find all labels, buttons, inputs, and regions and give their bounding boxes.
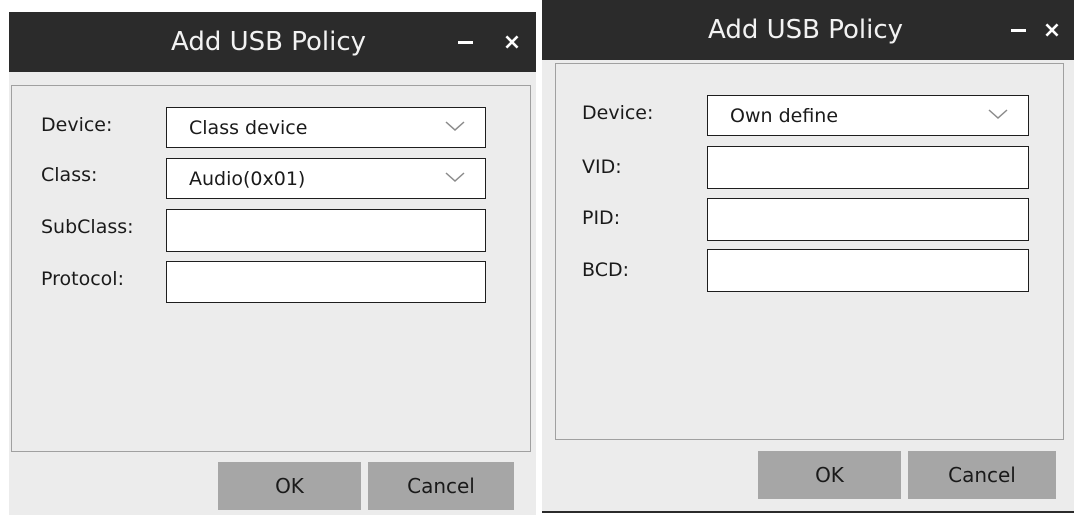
pid-input[interactable] (707, 198, 1029, 241)
ok-button[interactable]: OK (758, 451, 901, 499)
vid-label: VID: (582, 156, 622, 178)
bcd-input[interactable] (707, 249, 1029, 292)
left-dialog-titlebar[interactable]: Add USB Policy × (9, 12, 536, 72)
cancel-button[interactable]: Cancel (368, 462, 514, 510)
subclass-input[interactable] (166, 209, 486, 252)
chevron-down-icon (988, 108, 1008, 119)
minimize-button[interactable] (1005, 0, 1031, 60)
close-button[interactable]: × (1039, 0, 1065, 60)
dialog-title: Add USB Policy (171, 27, 367, 57)
minimize-button[interactable] (452, 12, 478, 72)
device-select-value: Class device (189, 116, 308, 139)
vid-input[interactable] (707, 146, 1029, 189)
subclass-label: SubClass: (41, 216, 134, 238)
chevron-down-icon (445, 171, 465, 182)
device-label: Device: (41, 114, 113, 136)
class-select[interactable]: Audio(0x01) (166, 158, 486, 199)
chevron-down-icon (445, 120, 465, 131)
device-select[interactable]: Own define (707, 95, 1029, 136)
protocol-label: Protocol: (41, 268, 124, 290)
device-label: Device: (582, 102, 654, 124)
device-select[interactable]: Class device (166, 107, 486, 148)
pid-label: PID: (582, 207, 621, 229)
device-select-value: Own define (730, 104, 839, 127)
left-dialog: Add USB Policy × Device: Class device Cl… (9, 12, 536, 515)
protocol-input[interactable] (166, 261, 486, 303)
bcd-label: BCD: (582, 259, 629, 281)
class-label: Class: (41, 164, 98, 186)
close-button[interactable]: × (499, 12, 525, 72)
cancel-button[interactable]: Cancel (908, 451, 1056, 499)
dialog-title: Add USB Policy (708, 15, 904, 45)
right-dialog-titlebar[interactable]: Add USB Policy × (542, 0, 1074, 60)
ok-button[interactable]: OK (218, 462, 361, 510)
right-dialog: Add USB Policy × Device: Own define VID:… (542, 0, 1074, 513)
minus-icon (457, 40, 473, 44)
class-select-value: Audio(0x01) (189, 167, 306, 190)
minus-icon (1010, 28, 1026, 32)
